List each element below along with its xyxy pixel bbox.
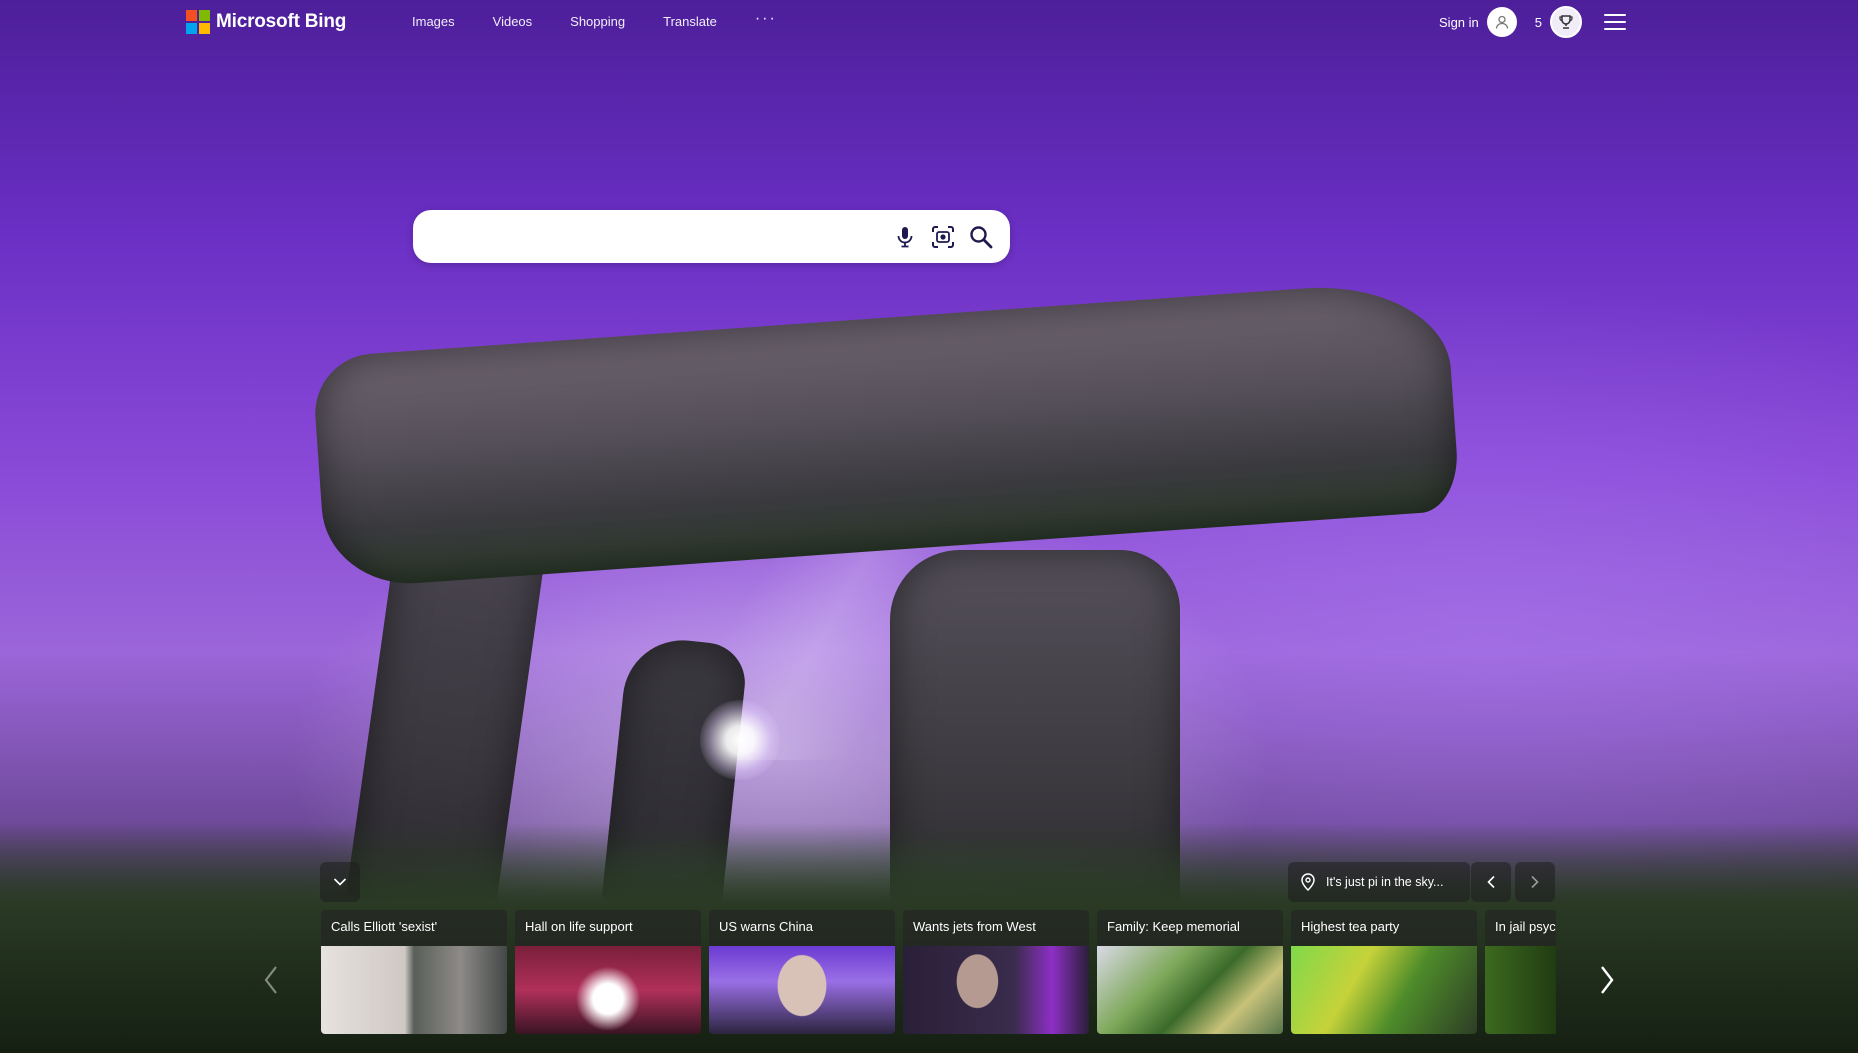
news-card-title: Wants jets from West <box>913 919 1036 934</box>
user-avatar-icon[interactable] <box>1486 7 1517 37</box>
search-box <box>413 210 1010 265</box>
news-card[interactable]: In jail psyc <box>1485 910 1556 1034</box>
location-pin-icon <box>1301 873 1315 891</box>
news-thumbnail <box>1291 946 1477 1034</box>
chevron-right-icon <box>1531 875 1539 889</box>
news-card[interactable]: US warns China <box>709 910 895 1034</box>
image-info-location[interactable]: It's just pi in the sky... <box>1288 862 1470 902</box>
news-thumbnail <box>515 946 701 1034</box>
news-carousel: Calls Elliott 'sexist' Hall on life supp… <box>321 910 1556 1034</box>
news-thumbnail <box>321 946 507 1034</box>
news-card[interactable]: Wants jets from West <box>903 910 1089 1034</box>
news-card-title: Calls Elliott 'sexist' <box>331 919 438 934</box>
sun-glow <box>700 700 780 780</box>
chevron-left-icon <box>1487 875 1495 889</box>
news-card-title: In jail psyc <box>1495 919 1556 934</box>
sign-in-link[interactable]: Sign in <box>1439 15 1479 30</box>
news-thumbnail <box>1097 946 1283 1034</box>
news-card-title: Family: Keep memorial <box>1107 919 1240 934</box>
account-area: Sign in 5 <box>1439 6 1626 38</box>
previous-image-button[interactable] <box>1471 862 1511 902</box>
news-thumbnail <box>709 946 895 1034</box>
carousel-next-button[interactable] <box>1592 960 1622 1000</box>
carousel-prev-button[interactable] <box>256 960 286 1000</box>
top-nav: Images Videos Shopping Translate ··· <box>412 10 777 30</box>
search-icon[interactable] <box>968 224 994 250</box>
rewards-trophy-icon[interactable] <box>1550 6 1582 38</box>
news-card-title: Hall on life support <box>525 919 633 934</box>
news-card[interactable]: Family: Keep memorial <box>1097 910 1283 1034</box>
microsoft-logo-icon <box>186 10 210 34</box>
chevron-down-icon <box>333 878 347 886</box>
chevron-right-icon <box>1601 966 1614 994</box>
image-caption: It's just pi in the sky... <box>1326 875 1444 889</box>
news-card-title: US warns China <box>719 919 813 934</box>
nav-shopping[interactable]: Shopping <box>570 14 625 29</box>
nav-translate[interactable]: Translate <box>663 14 717 29</box>
news-card-title: Highest tea party <box>1301 919 1400 934</box>
microphone-icon[interactable] <box>892 224 918 250</box>
chevron-left-icon <box>264 966 277 994</box>
collapse-feed-button[interactable] <box>320 862 360 902</box>
news-card[interactable]: Hall on life support <box>515 910 701 1034</box>
next-image-button[interactable] <box>1515 862 1555 902</box>
news-card[interactable]: Calls Elliott 'sexist' <box>321 910 507 1034</box>
more-menu-button[interactable]: ··· <box>755 10 777 28</box>
brand-name: Microsoft Bing <box>216 11 347 32</box>
background-image <box>0 0 1858 1053</box>
nav-images[interactable]: Images <box>412 14 455 29</box>
reward-points: 5 <box>1534 14 1542 30</box>
bing-logo[interactable]: Microsoft Bing <box>186 10 346 34</box>
search-input[interactable] <box>431 210 895 265</box>
news-thumbnail <box>903 946 1089 1034</box>
news-thumbnail <box>1485 946 1556 1034</box>
news-card[interactable]: Highest tea party <box>1291 910 1477 1034</box>
nav-videos[interactable]: Videos <box>493 14 533 29</box>
visual-search-icon[interactable] <box>930 224 956 250</box>
top-header: Microsoft Bing Images Videos Shopping Tr… <box>0 0 1858 48</box>
hamburger-menu-icon[interactable] <box>1604 14 1626 30</box>
